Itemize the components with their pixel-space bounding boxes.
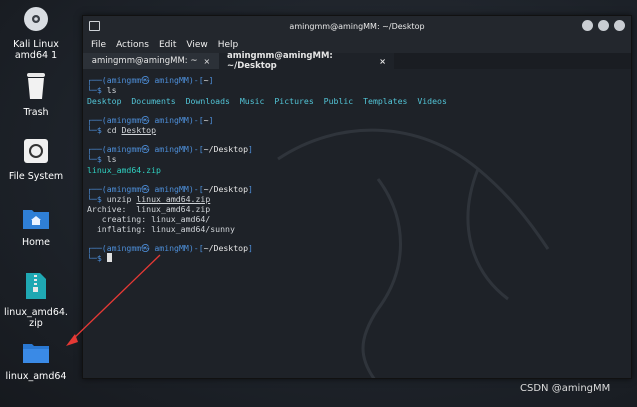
csdn-watermark: CSDN @amingMM (520, 383, 611, 394)
command-arg: linux_amd64.zip (136, 194, 211, 204)
text-cursor (106, 253, 112, 262)
desktop-icon-label: Home (21, 237, 51, 248)
desktop-icon-label: amd64 1 (14, 50, 58, 61)
drive-icon (24, 139, 48, 163)
command-text: ls (106, 85, 117, 95)
prompt-user: amingmm㉿ amingMM (106, 243, 189, 253)
prompt-dir: ~/Desktop (203, 144, 249, 154)
tab-close-icon[interactable]: × (379, 57, 386, 66)
prompt-dir: ~/Desktop (203, 243, 249, 253)
command-text: unzip (106, 194, 132, 204)
dir-entry: Public (323, 96, 354, 106)
menu-view[interactable]: View (186, 40, 207, 50)
menu-help[interactable]: Help (218, 40, 239, 50)
folder-icon (23, 344, 49, 363)
ls-output: Desktop Documents Downloads Music Pictur… (87, 96, 447, 106)
desktop-icon-label: Kali Linux (13, 39, 59, 50)
desktop-icon-folder[interactable]: linux_amd64 (0, 342, 72, 382)
dir-entry: Music (239, 96, 265, 106)
dir-entry: Downloads (185, 96, 230, 106)
prompt-user: amingmm㉿ amingMM (106, 144, 189, 154)
prompt-dollar: $ (96, 85, 102, 95)
prompt-dir: ~/Desktop (203, 184, 249, 194)
kali-dragon-watermark-icon (277, 128, 550, 378)
desktop-icon-trash[interactable]: Trash (0, 72, 72, 118)
zip-file-entry: linux_amd64.zip (87, 165, 161, 175)
zip-file-icon (26, 273, 46, 299)
output-inflating: inflating: linux_amd64/sunny (87, 224, 235, 234)
desktop-icon-label: linux_amd64 (5, 371, 67, 382)
minimize-button[interactable] (582, 20, 593, 31)
menu-actions[interactable]: Actions (116, 40, 149, 50)
tab-bar: amingmm@amingMM: ~ × amingmm@amingMM: ~/… (83, 51, 631, 71)
desktop-icon-filesystem[interactable]: File System (0, 138, 72, 182)
command-text: ls (106, 154, 117, 164)
terminal-screen[interactable]: ┌──(amingmm㉿ amingMM)-[~] └─$ ls Desktop… (83, 69, 631, 378)
prompt-user: amingmm㉿ amingMM (106, 184, 189, 194)
desktop-icon-kali-disc[interactable]: Kali Linux amd64 1 (0, 6, 72, 61)
terminal-app-icon (89, 21, 100, 31)
output-creating: creating: linux_amd64/ (87, 214, 211, 224)
disc-icon (24, 7, 48, 31)
desktop-icon-label: linux_amd64. (4, 307, 68, 318)
prompt-dollar: $ (96, 154, 102, 164)
tab-close-icon[interactable]: × (203, 57, 210, 66)
output-archive: Archive: linux_amd64.zip (87, 204, 211, 214)
trash-icon (27, 73, 45, 99)
command-text: cd (106, 125, 117, 135)
tab-desktop[interactable]: amingmm@amingMM: ~/Desktop × (219, 51, 394, 71)
terminal-window[interactable]: amingmm@amingMM: ~/Desktop File Actions … (82, 15, 632, 379)
title-bar[interactable]: amingmm@amingMM: ~/Desktop (83, 16, 631, 36)
menu-file[interactable]: File (91, 40, 106, 50)
home-folder-icon (23, 210, 49, 229)
prompt-dollar: $ (96, 194, 102, 204)
prompt-user: amingmm㉿ amingMM (106, 115, 189, 125)
close-button[interactable] (614, 20, 625, 31)
prompt-user: amingmm㉿ amingMM (106, 75, 189, 85)
tab-label: amingmm@amingMM: ~/Desktop (227, 51, 333, 71)
desktop-icon-label: zip (29, 318, 43, 329)
desktop-icon-home[interactable]: Home (0, 206, 72, 248)
tab-home[interactable]: amingmm@amingMM: ~ × (83, 53, 219, 69)
desktop-icon-label: Trash (23, 107, 49, 118)
prompt-dollar: $ (96, 125, 102, 135)
dir-entry: Documents (131, 96, 176, 106)
desktop-icon-label: File System (8, 171, 64, 182)
window-title: amingmm@amingMM: ~/Desktop (289, 21, 425, 31)
dir-entry: Pictures (274, 96, 314, 106)
menu-edit[interactable]: Edit (159, 40, 176, 50)
command-arg: Desktop (121, 125, 157, 135)
tab-label: amingmm@amingMM: ~ (91, 56, 198, 66)
dir-entry: Templates (363, 96, 408, 106)
dir-entry: Desktop (87, 96, 122, 106)
maximize-button[interactable] (598, 20, 609, 31)
prompt-dollar: $ (96, 253, 102, 263)
dir-entry: Videos (417, 96, 447, 106)
desktop-icon-zip[interactable]: linux_amd64. zip (0, 272, 72, 329)
